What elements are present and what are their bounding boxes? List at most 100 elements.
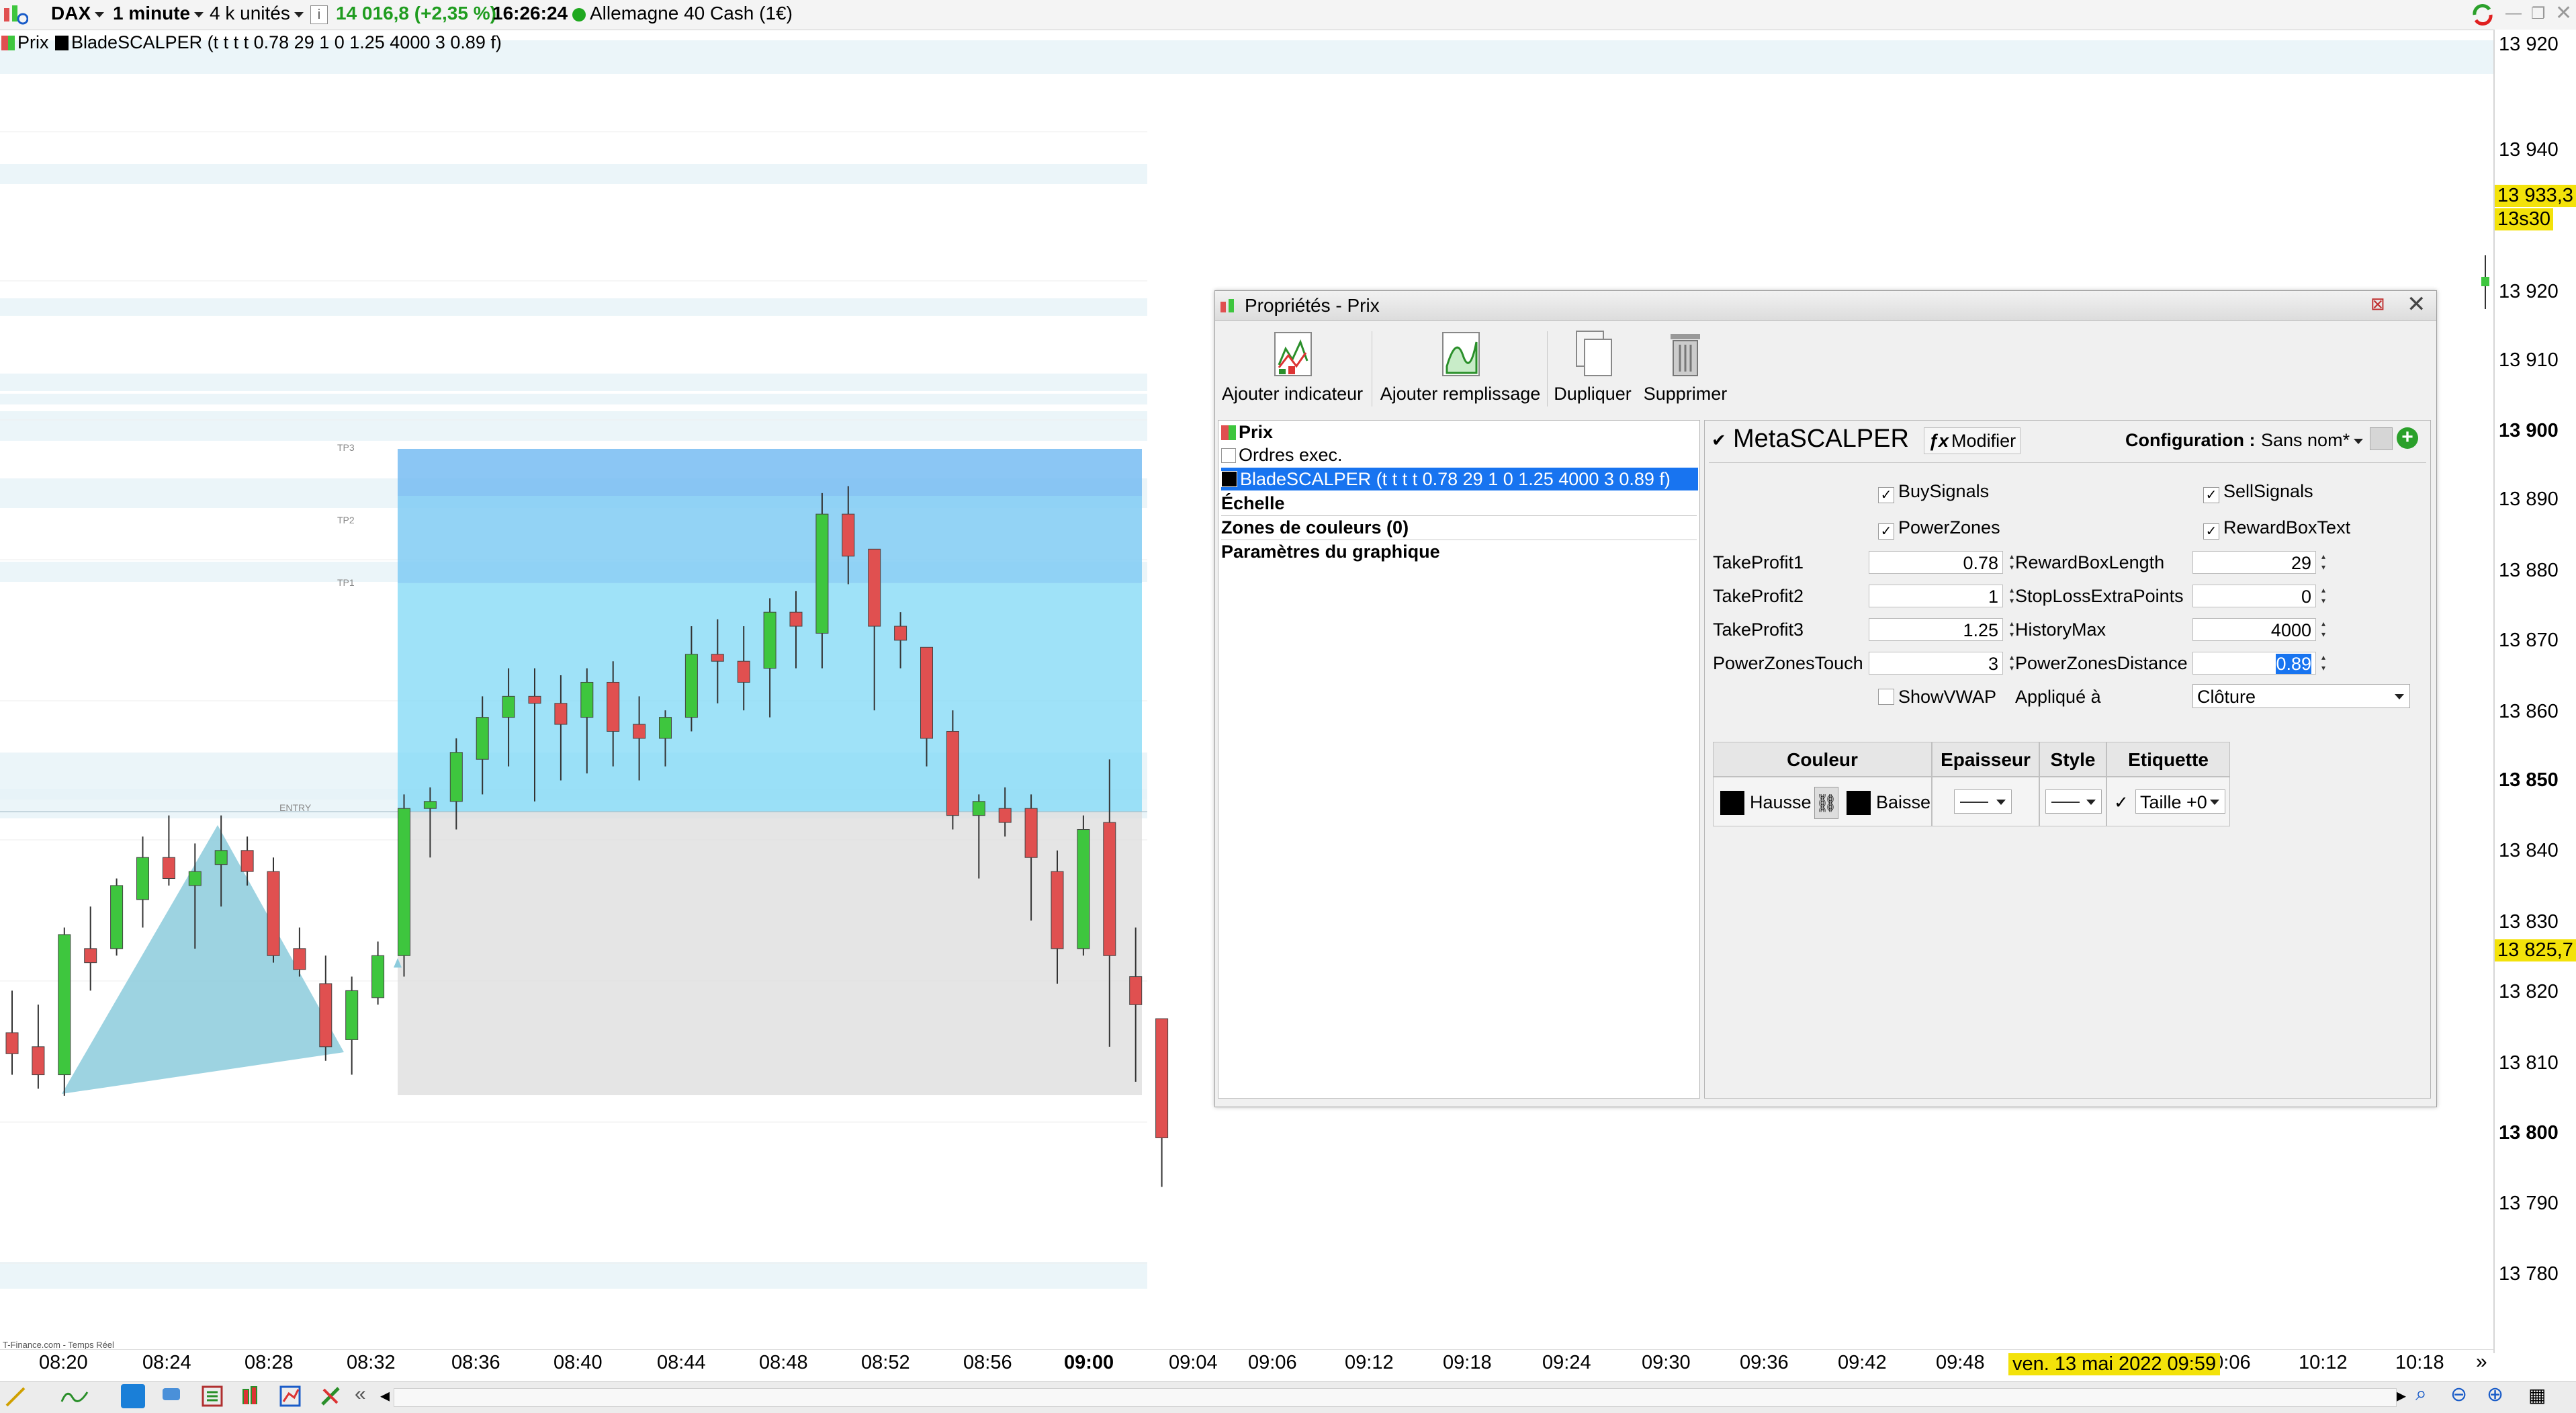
scroll-left-arrow-icon[interactable]: ◂	[380, 1384, 390, 1406]
sle-label: StopLossExtraPoints	[2015, 586, 2184, 606]
scroll-right-arrow-icon[interactable]: ▸	[2397, 1384, 2406, 1406]
time-tick-label: 08:48	[759, 1352, 808, 1373]
tree-item-bladescalper[interactable]: BladeSCALPER (t t t t 0.78 29 1 0 1.25 4…	[1221, 468, 1698, 490]
tree-item-chart-params[interactable]: Paramètres du graphique	[1221, 540, 1440, 563]
minimize-icon[interactable]: —	[2505, 4, 2522, 23]
showvwap-check[interactable]: ShowVWAP	[1878, 687, 1996, 708]
up-color-swatch[interactable]	[1720, 791, 1744, 815]
price-tick-label: 13 910	[2499, 349, 2559, 371]
sle-spinner[interactable]: ▴ ▾	[2317, 585, 2329, 607]
pzd-input[interactable]: 0.89	[2192, 652, 2316, 675]
dialog-pin-icon[interactable]: ⊠	[2370, 294, 2385, 314]
applied-to-select[interactable]: Clôture	[2192, 684, 2410, 708]
market-status-icon	[572, 8, 586, 22]
duplicate-button[interactable]: Dupliquer	[1551, 329, 1634, 404]
list-icon[interactable]	[200, 1384, 224, 1408]
scroll-back-icon[interactable]: «	[355, 1383, 366, 1406]
time-tick-label: 09:24	[1542, 1352, 1591, 1373]
time-tick-label: 08:36	[451, 1352, 500, 1373]
thickness-select[interactable]	[1954, 789, 2012, 814]
delete-button[interactable]: Supprimer	[1642, 329, 1728, 404]
powerzones-check[interactable]: ✓ PowerZones	[1878, 517, 2000, 540]
close-window-icon[interactable]: ✕	[2555, 1, 2572, 25]
instrument-selector[interactable]: DAX	[51, 3, 104, 24]
down-color-swatch[interactable]	[1847, 791, 1871, 815]
pzd-spinner[interactable]: ▴ ▾	[2317, 652, 2329, 675]
tree-item-color-zones[interactable]: Zones de couleurs (0)	[1221, 516, 1409, 539]
indicator-settings-panel: ✔ MetaSCALPER ƒx Modifier Configuration :…	[1704, 420, 2431, 1099]
tree-item-scale[interactable]: Échelle	[1221, 492, 1285, 515]
add-indicator-button[interactable]: Ajouter indicateur	[1222, 329, 1363, 404]
restore-icon[interactable]: ❐	[2531, 4, 2546, 24]
draw-line-icon[interactable]	[4, 1384, 28, 1408]
dialog-titlebar[interactable]: Propriétés - Prix ⊠ ✕	[1215, 291, 2436, 321]
candle-body	[502, 695, 515, 718]
price-tick-label: 13 920	[2499, 281, 2559, 302]
rbl-input[interactable]: 29	[2192, 551, 2316, 574]
tp3-input[interactable]: 1.25	[1869, 618, 2003, 641]
refresh-icon[interactable]	[2469, 3, 2496, 27]
candle-body	[894, 626, 907, 641]
time-scrollbar[interactable]	[394, 1388, 2397, 1407]
zoom-in-icon[interactable]: ⊕	[2487, 1383, 2503, 1406]
price-tick-label: 13 860	[2499, 701, 2559, 722]
add-fill-button[interactable]: Ajouter remplissage	[1376, 329, 1544, 404]
instrument-icon[interactable]	[3, 4, 29, 26]
tree-item-orders[interactable]: Ordres exec.	[1221, 443, 1343, 466]
link-colors-icon[interactable]: ⛓	[1814, 787, 1838, 819]
chat-icon[interactable]	[160, 1384, 184, 1408]
dialog-close-icon[interactable]: ✕	[2407, 291, 2426, 318]
tree-item-label: Échelle	[1221, 493, 1285, 513]
price-tick-label: 13 830	[2499, 911, 2559, 933]
orders-icon[interactable]	[239, 1384, 263, 1408]
sellsignals-check[interactable]: ✓ SellSignals	[2203, 481, 2313, 503]
label-header: Etiquette	[2106, 742, 2230, 777]
price-legend-label[interactable]: Prix	[17, 32, 49, 52]
tp1-input[interactable]: 0.78	[1869, 551, 2003, 574]
time-tick-label: 10:12	[2299, 1352, 2348, 1373]
clock: 16:26:24	[492, 3, 568, 24]
candle-body	[319, 983, 332, 1047]
buysignals-check[interactable]: ✓ BuySignals	[1878, 481, 1989, 503]
sle-input[interactable]: 0	[2192, 585, 2316, 607]
price-tick-label: 13 780	[2499, 1263, 2559, 1285]
tools-icon[interactable]	[318, 1384, 343, 1408]
share-icon[interactable]	[121, 1384, 145, 1408]
indicator-legend-label[interactable]: BladeSCALPER (t t t t 0.78 29 1 0 1.25 4…	[71, 32, 502, 52]
candle-body	[711, 654, 724, 662]
properties-dialog: Propriétés - Prix ⊠ ✕ Ajouter indicateur…	[1214, 290, 2437, 1107]
configuration-select[interactable]: Sans nom*	[2261, 430, 2363, 451]
add-config-icon[interactable]: +	[2397, 427, 2418, 449]
timeframe-selector[interactable]: 1 minute	[113, 3, 204, 24]
price-badge-current: 13 825,7	[2495, 939, 2576, 961]
save-config-icon[interactable]	[2370, 427, 2393, 450]
alerts-icon[interactable]	[278, 1384, 302, 1408]
time-tick-label: 08:28	[245, 1352, 294, 1373]
zoom-fit-icon[interactable]: ⌕	[2415, 1383, 2427, 1406]
pzt-input[interactable]: 3	[1869, 652, 2003, 675]
hm-input[interactable]: 4000	[2192, 618, 2316, 641]
scroll-right-icon[interactable]: »	[2476, 1351, 2487, 1373]
rewardboxtext-check[interactable]: ✓ RewardBoxText	[2203, 517, 2350, 540]
tree-item-price[interactable]: Prix	[1221, 421, 1273, 443]
indicator-enabled-checkbox[interactable]: ✔	[1712, 430, 1726, 451]
orders-checkbox[interactable]	[1221, 448, 1236, 463]
units-selector[interactable]: 4 k unités	[210, 3, 304, 24]
grid-settings-icon[interactable]: ▦	[2528, 1384, 2546, 1406]
style-select[interactable]	[2045, 789, 2102, 814]
info-icon[interactable]: i	[310, 5, 328, 24]
hm-spinner[interactable]: ▴ ▾	[2317, 618, 2329, 641]
time-tick-label: 09:36	[1740, 1352, 1789, 1373]
price-change: 14 016,8 (+2,35 %)	[336, 3, 496, 24]
rewardboxtext-label: RewardBoxText	[2223, 517, 2351, 538]
indicator-wave-icon[interactable]	[60, 1384, 89, 1408]
tp2-input[interactable]: 1	[1869, 585, 2003, 607]
rbl-spinner[interactable]: ▴ ▾	[2317, 551, 2329, 574]
time-tick-label: 09:04	[1169, 1352, 1218, 1373]
candle-body	[240, 850, 254, 872]
label-check[interactable]: ✓	[2114, 792, 2129, 813]
zoom-out-icon[interactable]: ⊖	[2450, 1383, 2467, 1406]
label-size-select[interactable]: Taille +0	[2135, 789, 2225, 814]
modify-button[interactable]: ƒx Modifier	[1924, 427, 2021, 454]
candle-body	[528, 695, 541, 704]
